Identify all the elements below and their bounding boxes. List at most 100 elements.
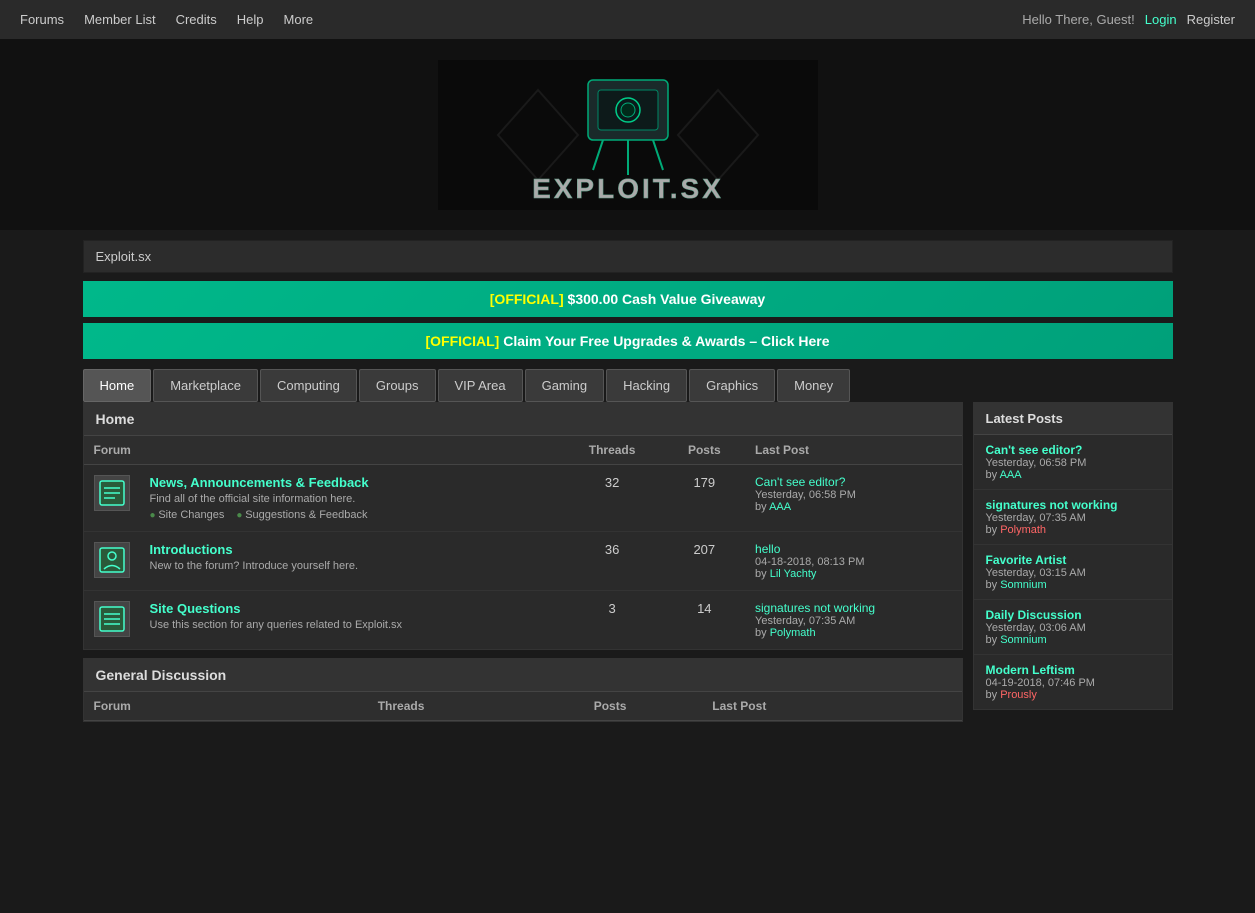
tab-hacking[interactable]: Hacking [606, 369, 687, 402]
side-post-by-3: by Somnium [986, 634, 1160, 646]
col-forum: Forum [84, 436, 561, 465]
side-post-date-1: Yesterday, 07:35 AM [986, 512, 1160, 524]
side-post-item-1: signatures not working Yesterday, 07:35 … [974, 490, 1172, 545]
main-container: Exploit.sx [OFFICIAL] $300.00 Cash Value… [68, 230, 1188, 760]
nav-help[interactable]: Help [237, 12, 264, 27]
threads-news: 32 [561, 465, 664, 532]
table-header-row: Forum Threads Posts Last Post [84, 436, 962, 465]
side-post-title-4[interactable]: Modern Leftism [986, 663, 1160, 677]
last-post-news: Can't see editor? Yesterday, 06:58 PM by… [745, 465, 961, 532]
last-post-by-intro: by [755, 568, 767, 580]
general-section-header: General Discussion [84, 659, 962, 692]
announcement-1[interactable]: [OFFICIAL] $300.00 Cash Value Giveaway [83, 281, 1173, 317]
tab-gaming[interactable]: Gaming [525, 369, 605, 402]
breadcrumb: Exploit.sx [83, 240, 1173, 273]
tab-graphics[interactable]: Graphics [689, 369, 775, 402]
side-post-by-2: by Somnium [986, 579, 1160, 591]
tabs-bar: Home Marketplace Computing Groups VIP Ar… [83, 369, 1173, 402]
announcement-text-2: Claim Your Free Upgrades & Awards – Clic… [499, 333, 829, 349]
side-post-user-2[interactable]: Somnium [1000, 579, 1046, 591]
general-col-forum: Forum [84, 692, 285, 721]
forum-info-cell-intro: Introductions New to the forum? Introduc… [140, 532, 561, 591]
side-post-date-0: Yesterday, 06:58 PM [986, 457, 1160, 469]
forum-info-cell: News, Announcements & Feedback Find all … [140, 465, 561, 532]
last-post-title-news[interactable]: Can't see editor? [755, 475, 845, 489]
threads-intro: 36 [561, 532, 664, 591]
nav-auth: Hello There, Guest! Login Register [1022, 12, 1235, 27]
nav-credits[interactable]: Credits [176, 12, 217, 27]
announcement-text-1: $300.00 Cash Value Giveaway [564, 291, 766, 307]
side-post-by-0: by AAA [986, 469, 1160, 481]
side-post-user-4[interactable]: Prously [1000, 689, 1037, 701]
subforum-links: Site Changes Suggestions & Feedback [150, 509, 551, 521]
threads-sq: 3 [561, 591, 664, 650]
tab-home[interactable]: Home [83, 369, 152, 402]
last-post-sq: signatures not working Yesterday, 07:35 … [745, 591, 961, 650]
logo-container: EXPLOIT.SX EXPLOIT.SX [438, 60, 818, 210]
side-post-title-3[interactable]: Daily Discussion [986, 608, 1160, 622]
subforum-site-changes[interactable]: Site Changes [150, 509, 225, 521]
side-post-by-4: by Prously [986, 689, 1160, 701]
last-post-user-news[interactable]: AAA [769, 501, 791, 513]
side-post-user-1[interactable]: Polymath [1000, 524, 1046, 536]
forum-title-news[interactable]: News, Announcements & Feedback [150, 475, 369, 490]
side-post-title-0[interactable]: Can't see editor? [986, 443, 1160, 457]
svg-text:EXPLOIT.SX: EXPLOIT.SX [532, 173, 724, 204]
forum-desc-sq: Use this section for any queries related… [150, 619, 551, 631]
latest-posts-header: Latest Posts [974, 403, 1172, 435]
tab-computing[interactable]: Computing [260, 369, 357, 402]
nav-forums[interactable]: Forums [20, 12, 64, 27]
nav-memberlist[interactable]: Member List [84, 12, 156, 27]
last-post-date-intro: 04-18-2018, 08:13 PM [755, 556, 864, 568]
last-post-title-sq[interactable]: signatures not working [755, 601, 875, 615]
nav-more[interactable]: More [284, 12, 314, 27]
login-link[interactable]: Login [1145, 12, 1177, 27]
forum-icon-cell-intro [84, 532, 140, 591]
table-row: Site Questions Use this section for any … [84, 591, 962, 650]
side-post-item-4: Modern Leftism 04-19-2018, 07:46 PM by P… [974, 655, 1172, 709]
table-row: News, Announcements & Feedback Find all … [84, 465, 962, 532]
register-link[interactable]: Register [1187, 12, 1235, 27]
last-post-user-intro[interactable]: Lil Yachty [770, 568, 817, 580]
col-posts: Posts [664, 436, 745, 465]
side-post-user-3[interactable]: Somnium [1000, 634, 1046, 646]
tab-marketplace[interactable]: Marketplace [153, 369, 258, 402]
home-section-header: Home [84, 403, 962, 436]
posts-sq: 14 [664, 591, 745, 650]
main-panel: Home Forum Threads Posts Last Post [83, 402, 963, 730]
table-row: Introductions New to the forum? Introduc… [84, 532, 962, 591]
tab-money[interactable]: Money [777, 369, 850, 402]
side-post-item-0: Can't see editor? Yesterday, 06:58 PM by… [974, 435, 1172, 490]
side-post-item-3: Daily Discussion Yesterday, 03:06 AM by … [974, 600, 1172, 655]
top-navigation: Forums Member List Credits Help More Hel… [0, 0, 1255, 40]
side-post-date-2: Yesterday, 03:15 AM [986, 567, 1160, 579]
home-section: Home Forum Threads Posts Last Post [83, 402, 963, 650]
forum-desc-news: Find all of the official site informatio… [150, 493, 551, 505]
last-post-intro: hello 04-18-2018, 08:13 PM by Lil Yachty [745, 532, 961, 591]
col-threads: Threads [561, 436, 664, 465]
side-post-user-0[interactable]: AAA [1000, 469, 1022, 481]
general-col-last-post: Last Post [702, 692, 961, 721]
forum-icon-sq [94, 601, 130, 637]
side-post-title-2[interactable]: Favorite Artist [986, 553, 1160, 567]
forum-icon-cell [84, 465, 140, 532]
last-post-user-sq[interactable]: Polymath [770, 627, 816, 639]
last-post-date-sq: Yesterday, 07:35 AM [755, 615, 855, 627]
general-section: General Discussion Forum Threads Posts L… [83, 658, 963, 722]
announcement-2[interactable]: [OFFICIAL] Claim Your Free Upgrades & Aw… [83, 323, 1173, 359]
forum-title-sq[interactable]: Site Questions [150, 601, 241, 616]
side-post-title-1[interactable]: signatures not working [986, 498, 1160, 512]
subforum-suggestions[interactable]: Suggestions & Feedback [236, 509, 367, 521]
tab-vip-area[interactable]: VIP Area [438, 369, 523, 402]
general-table-header-row: Forum Threads Posts Last Post [84, 692, 962, 721]
last-post-by-sq: by [755, 627, 767, 639]
official-tag-1: [OFFICIAL] [490, 291, 564, 307]
tab-groups[interactable]: Groups [359, 369, 436, 402]
forum-icon-cell-sq [84, 591, 140, 650]
last-post-title-intro[interactable]: hello [755, 542, 780, 556]
side-post-date-4: 04-19-2018, 07:46 PM [986, 677, 1160, 689]
nav-links: Forums Member List Credits Help More [20, 12, 313, 27]
forum-title-intro[interactable]: Introductions [150, 542, 233, 557]
side-panel: Latest Posts Can't see editor? Yesterday… [973, 402, 1173, 730]
posts-intro: 207 [664, 532, 745, 591]
